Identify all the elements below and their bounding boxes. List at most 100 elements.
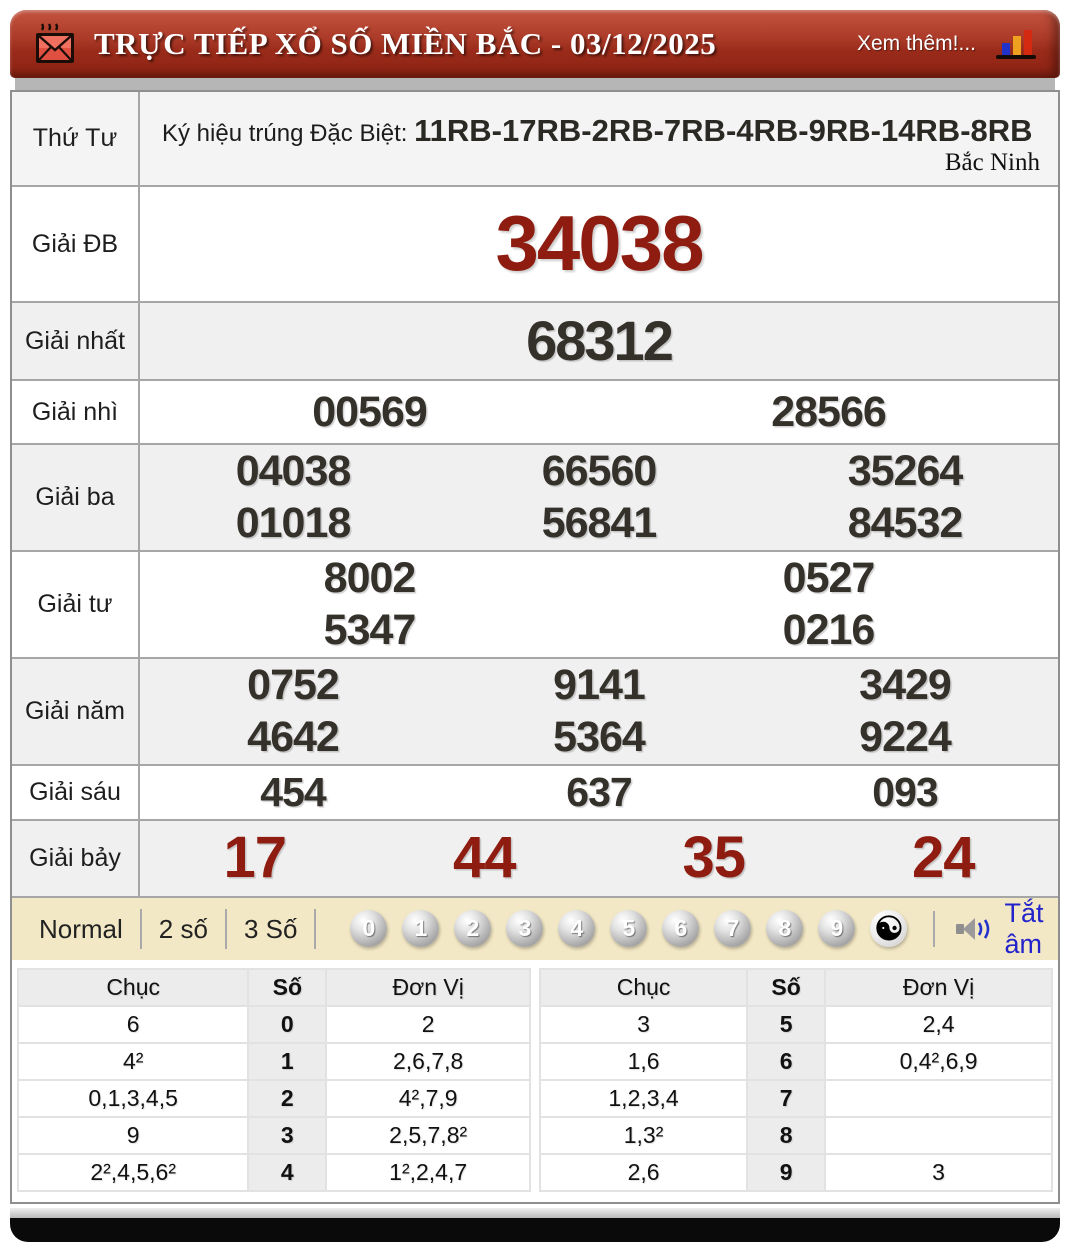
cell-donvi: [824, 1078, 1053, 1118]
summary-table-left: Chục Số Đơn Vị 6 0 2 4² 1 2,6,7,8 0,1,3,…: [16, 967, 531, 1192]
cell-chuc: 3: [538, 1004, 749, 1044]
cell-donvi: 4²,7,9: [325, 1078, 531, 1118]
cell-chuc: 6: [16, 1004, 250, 1044]
digit-ball-1[interactable]: 1: [402, 910, 440, 948]
footer-black-bar: [10, 1217, 1060, 1242]
summary-section: Chục Số Đơn Vị 6 0 2 4² 1 2,6,7,8 0,1,3,…: [12, 959, 1058, 1202]
table-row: 2²,4,5,6² 4 1²,2,4,7: [16, 1152, 531, 1192]
prize-label: Giải nhất: [12, 303, 140, 379]
cell-donvi: 2: [325, 1004, 531, 1044]
prize-number: 00569: [312, 387, 428, 436]
col-header-so: Số: [746, 967, 827, 1007]
cell-donvi: 3: [824, 1152, 1053, 1192]
digit-ball-7[interactable]: 7: [714, 910, 752, 948]
prize-number: 01018: [235, 499, 352, 548]
prize-number: 637: [566, 769, 632, 816]
col-header-so: Số: [247, 967, 328, 1007]
cell-chuc: 1,6: [538, 1041, 749, 1081]
prize-number: 5347: [323, 606, 417, 655]
prize-label: Giải bảy: [12, 820, 140, 896]
divider-bar: [15, 78, 1055, 90]
cell-chuc: 4²: [16, 1041, 250, 1081]
prize-label: Giải ba: [12, 445, 140, 550]
cell-chuc: 1,2,3,4: [538, 1078, 749, 1118]
prize-number: 66560: [541, 447, 658, 495]
mode-normal[interactable]: Normal: [22, 908, 142, 949]
cell-donvi: 2,5,7,8²: [325, 1115, 531, 1155]
prize-number: 4642: [247, 713, 340, 762]
digit-ball-5[interactable]: 5: [610, 910, 648, 948]
digit-ball-6[interactable]: 6: [662, 910, 700, 948]
cell-so: 0: [247, 1004, 328, 1044]
cell-chuc: 1,3²: [538, 1115, 749, 1155]
prize-number: 0527: [782, 553, 876, 602]
prize-row-fifth: Giải năm 0752 9141 3429 4642 5364 9224: [12, 656, 1058, 764]
digit-ball-4[interactable]: 4: [558, 910, 596, 948]
prize-number: 9141: [553, 660, 646, 709]
table-row: 2,6 9 3: [538, 1152, 1053, 1192]
col-header-donvi: Đơn Vị: [824, 967, 1053, 1007]
digit-balls: 0 1 2 3 4 5 6 7 8 9 ☯: [350, 910, 908, 948]
cell-so: 5: [746, 1004, 827, 1044]
prize-number: 17: [223, 824, 287, 890]
table-row: 1,3² 8: [538, 1115, 1053, 1155]
prize-row-seventh: Giải bảy 17 44 35 24: [12, 818, 1058, 896]
prize-number: 35264: [847, 447, 964, 495]
table-row: 1,2,3,4 7: [538, 1078, 1053, 1118]
cell-so: 1: [247, 1041, 328, 1081]
table-row: 1,6 6 0,4²,6,9: [538, 1041, 1053, 1081]
cell-chuc: 2,6: [538, 1152, 749, 1192]
col-header-chuc: Chục: [16, 967, 250, 1007]
prize-number: 3429: [859, 660, 952, 709]
summary-table-right: Chục Số Đơn Vị 3 5 2,4 1,6 6 0,4²,6,9 1,…: [538, 967, 1053, 1192]
prize-number: 454: [260, 769, 326, 816]
digit-ball-3[interactable]: 3: [506, 910, 544, 948]
envelope-icon: [32, 20, 78, 68]
symbol-cell: Ký hiệu trúng Đặc Biệt: 11RB-17RB-2RB-7R…: [140, 92, 1058, 185]
prize-number: 5364: [553, 713, 646, 762]
cell-chuc: 2²,4,5,6²: [16, 1152, 250, 1192]
prize-label: Giải năm: [12, 658, 140, 764]
digit-ball-9[interactable]: 9: [818, 910, 856, 948]
header-bar: TRỰC TIẾP XỔ SỐ MIỀN BẮC - 03/12/2025 Xe…: [10, 10, 1060, 78]
prize-number: 35: [682, 824, 746, 890]
prize-number: 44: [452, 824, 517, 890]
prize-row-fourth: Giải tư 8002 0527 5347 0216: [12, 549, 1058, 657]
cell-donvi: 2,6,7,8: [325, 1041, 531, 1081]
see-more-link[interactable]: Xem thêm!...: [857, 32, 976, 56]
table-row: 3 5 2,4: [538, 1004, 1053, 1044]
cell-donvi: [824, 1115, 1053, 1155]
results-frame: Thứ Tư Ký hiệu trúng Đặc Biệt: 11RB-17RB…: [10, 90, 1060, 1204]
bar-chart-icon[interactable]: [994, 27, 1038, 61]
prize-number: 093: [872, 769, 938, 816]
control-bar: Normal 2 số 3 Số 0 1 2 3 4 5 6 7 8 9 ☯ T…: [12, 895, 1058, 960]
prize-number: 34038: [495, 199, 705, 288]
mode-2-so[interactable]: 2 số: [142, 908, 227, 949]
table-row: 4² 1 2,6,7,8: [16, 1041, 531, 1081]
cell-so: 8: [746, 1115, 827, 1155]
cell-donvi: 1²,2,4,7: [325, 1152, 531, 1192]
digit-ball-8[interactable]: 8: [766, 910, 804, 948]
yinyang-icon[interactable]: ☯: [870, 910, 908, 948]
cell-so: 6: [746, 1041, 827, 1081]
footer-gray-strip: [10, 1207, 1060, 1218]
table-row: 6 0 2: [16, 1004, 531, 1044]
digit-ball-2[interactable]: 2: [454, 910, 492, 948]
symbol-label: Ký hiệu trúng Đặc Biệt:: [162, 120, 408, 147]
cell-so: 4: [247, 1152, 328, 1192]
prize-number: 56841: [541, 499, 658, 548]
table-header-row: Chục Số Đơn Vị: [538, 967, 1053, 1007]
prize-number: 04038: [235, 447, 352, 495]
table-row: 9 3 2,5,7,8²: [16, 1115, 531, 1155]
prize-row-first: Giải nhất 68312: [12, 301, 1058, 379]
prize-number: 9224: [859, 713, 952, 762]
prize-row-special: Giải ĐB 34038: [12, 185, 1058, 301]
mode-3-so[interactable]: 3 Số: [227, 908, 317, 949]
mute-button[interactable]: Tắt âm: [955, 898, 1048, 960]
prize-number: 68312: [526, 308, 674, 372]
control-divider: [933, 910, 936, 947]
prize-number: 0216: [782, 606, 876, 655]
cell-donvi: 0,4²,6,9: [824, 1041, 1053, 1081]
digit-ball-0[interactable]: 0: [350, 910, 388, 948]
prize-label: Giải tư: [12, 551, 140, 657]
